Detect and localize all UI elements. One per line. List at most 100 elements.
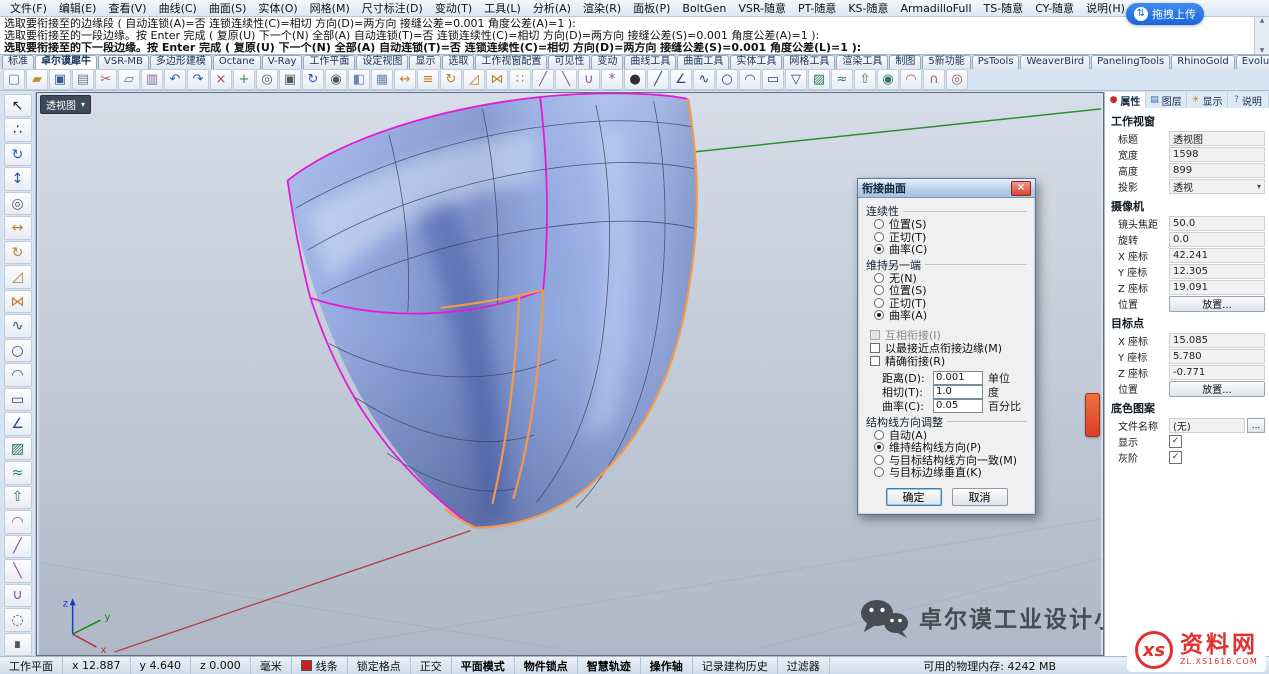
upload-button[interactable]: ⇅ 拖拽上传 <box>1126 3 1204 25</box>
trim-button[interactable]: ╱ <box>4 535 32 558</box>
zoom-selected-button[interactable]: ◉ <box>325 69 347 90</box>
circle-button[interactable]: ○ <box>716 69 738 90</box>
toggle-filter[interactable]: 过滤器 <box>778 657 830 674</box>
rectangle-button[interactable]: ▭ <box>762 69 784 90</box>
circle-button[interactable]: ○ <box>4 339 32 362</box>
toolbar-tab[interactable]: 可见性 <box>548 55 590 69</box>
checkbox-option[interactable]: 精确衔接(R) <box>866 355 1027 368</box>
mirror-button[interactable]: ⋈ <box>486 69 508 90</box>
menu-item[interactable]: 尺寸标注(D) <box>356 0 429 16</box>
layer-pane[interactable]: 线条 <box>292 657 348 674</box>
print-button[interactable]: ▤ <box>72 69 94 90</box>
camera-place-button[interactable]: 放置... <box>1169 296 1265 312</box>
tolerance-input[interactable]: 1.0 <box>933 385 983 399</box>
open-file-button[interactable]: ▰ <box>26 69 48 90</box>
array-button[interactable]: ∷ <box>509 69 531 90</box>
dialog-close-button[interactable]: × <box>1011 181 1031 196</box>
camera-z-field[interactable]: 19.091 <box>1169 280 1265 295</box>
select-points-button[interactable]: ∴ <box>4 118 32 141</box>
new-file-button[interactable]: ▢ <box>3 69 25 90</box>
move-button[interactable]: ↔ <box>4 216 32 239</box>
target-z-field[interactable]: -0.771 <box>1169 365 1265 380</box>
rotation-field[interactable]: 0.0 <box>1169 232 1265 247</box>
dialog-titlebar[interactable]: 衔接曲面 × <box>858 179 1035 198</box>
toolbar-tab[interactable]: 曲线工具 <box>624 55 676 69</box>
menu-item[interactable]: 渲染(R) <box>577 0 627 16</box>
tolerance-input[interactable]: 0.001 <box>933 371 983 385</box>
scroll-down-icon[interactable]: ▼ <box>1260 47 1265 54</box>
fillet-button[interactable]: ◠ <box>4 510 32 533</box>
menu-item[interactable]: 曲线(C) <box>153 0 203 16</box>
tolerance-input[interactable]: 0.05 <box>933 399 983 413</box>
menu-item[interactable]: TS-随意 <box>978 0 1030 16</box>
move-button[interactable]: ↔ <box>394 69 416 90</box>
toolbar-tab[interactable]: 变动 <box>591 55 623 69</box>
command-prompt[interactable]: 选取要衔接至的下一段边缘。按 Enter 完成 ( 复原(U) 下一个(N) 全… <box>4 42 1253 54</box>
split-button[interactable]: ╲ <box>555 69 577 90</box>
shaded-view-button[interactable]: ◧ <box>348 69 370 90</box>
pan-button[interactable]: ↕ <box>4 167 32 190</box>
toolbar-tab[interactable]: 显示 <box>409 55 441 69</box>
lens-field[interactable]: 50.0 <box>1169 216 1265 231</box>
wallpaper-show-checkbox[interactable]: ✓ <box>1169 435 1182 448</box>
menu-item[interactable]: 工具(L) <box>478 0 527 16</box>
toolbar-tab[interactable]: 选取 <box>442 55 474 69</box>
zoom-extents-button[interactable]: ▣ <box>279 69 301 90</box>
menu-item[interactable]: 说明(H) <box>1080 0 1131 16</box>
curve-button[interactable]: ∿ <box>4 314 32 337</box>
scale-button[interactable]: ◿ <box>463 69 485 90</box>
menu-item[interactable]: 分析(A) <box>527 0 577 16</box>
fillet-button[interactable]: ◠ <box>900 69 922 90</box>
cancel-button[interactable]: 取消 <box>952 488 1008 506</box>
save-button[interactable]: ▣ <box>49 69 71 90</box>
toolbar-tab[interactable]: VSR-MB <box>98 55 149 69</box>
menu-item[interactable]: VSR-随意 <box>732 0 792 16</box>
loft-button[interactable]: ≈ <box>831 69 853 90</box>
toggle-planar-mode[interactable]: 平面模式 <box>452 657 515 674</box>
copy-object-button[interactable]: ≡ <box>417 69 439 90</box>
toolbar-tab[interactable]: PanelingTools <box>1091 55 1170 69</box>
curve-button[interactable]: ∿ <box>693 69 715 90</box>
menu-item[interactable]: 变动(T) <box>429 0 478 16</box>
ok-button[interactable]: 确定 <box>886 488 942 506</box>
lock-button[interactable]: ∎ <box>4 633 32 656</box>
scroll-up-icon[interactable]: ▲ <box>1260 17 1265 24</box>
menu-item[interactable]: 编辑(E) <box>53 0 103 16</box>
zoom-button[interactable]: ◎ <box>4 192 32 215</box>
toolbar-tab[interactable]: 网格工具 <box>783 55 835 69</box>
select-button[interactable]: ↖ <box>4 94 32 117</box>
units-pane[interactable]: 毫米 <box>251 657 292 674</box>
join-button[interactable]: ∪ <box>578 69 600 90</box>
target-x-field[interactable]: 15.085 <box>1169 333 1265 348</box>
viewport-title[interactable]: 透视图 ▾ <box>40 95 91 114</box>
toggle-osnap[interactable]: 物件锁点 <box>515 657 578 674</box>
point-button[interactable]: ● <box>624 69 646 90</box>
toolbar-tab[interactable]: Octane <box>213 55 261 69</box>
surface-button[interactable]: ▨ <box>4 437 32 460</box>
command-area[interactable]: 选取要衔接至的边缘段 ( 自动连锁(A)=否 连锁连续性(C)=相切 方向(D)… <box>0 17 1269 55</box>
pan-view-button[interactable]: + <box>233 69 255 90</box>
arc-button[interactable]: ◠ <box>4 363 32 386</box>
tab-help[interactable]: ? 说明 <box>1228 92 1269 108</box>
toolbar-tab[interactable]: WeaverBird <box>1020 55 1090 69</box>
sphere-button[interactable]: ◉ <box>877 69 899 90</box>
loft-button[interactable]: ≈ <box>4 461 32 484</box>
toggle-gumball[interactable]: 操作轴 <box>641 657 693 674</box>
wallpaper-grayscale-checkbox[interactable]: ✓ <box>1169 451 1182 464</box>
camera-y-field[interactable]: 12.305 <box>1169 264 1265 279</box>
camera-x-field[interactable]: 42.241 <box>1169 248 1265 263</box>
toolbar-tab[interactable]: 工作平面 <box>303 55 355 69</box>
menu-item[interactable]: 网格(M) <box>304 0 356 16</box>
projection-dropdown[interactable]: 透视 <box>1169 179 1265 194</box>
toolbar-tab[interactable]: 多边形建模 <box>150 55 212 69</box>
wallpaper-filename-field[interactable]: (无) <box>1169 418 1245 433</box>
other-end-radio-option[interactable]: 曲率(A) <box>866 309 1027 322</box>
command-scrollbar[interactable]: ▲ ▼ <box>1254 17 1269 54</box>
mirror-button[interactable]: ⋈ <box>4 290 32 313</box>
toggle-ortho[interactable]: 正交 <box>411 657 452 674</box>
toolbar-tab[interactable]: RhinoGold <box>1171 55 1235 69</box>
tab-properties[interactable]: ● 属性 <box>1105 92 1146 108</box>
undo-button[interactable]: ↶ <box>164 69 186 90</box>
toolbar-tab[interactable]: 实体工具 <box>730 55 782 69</box>
wireframe-view-button[interactable]: ▦ <box>371 69 393 90</box>
